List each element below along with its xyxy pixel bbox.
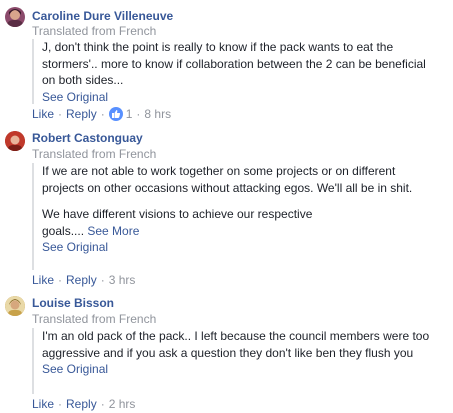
translated-label: Translated from French	[32, 24, 157, 38]
separator: ·	[58, 273, 63, 287]
comment-text: I'm an old pack of the pack.. I left bec…	[42, 329, 430, 360]
timestamp[interactable]: 3 hrs	[109, 273, 136, 287]
avatar[interactable]	[5, 7, 25, 27]
like-link[interactable]: Like	[32, 397, 54, 411]
avatar[interactable]	[5, 131, 25, 151]
separator: ·	[100, 397, 105, 411]
comment-actions: Like · Reply · 2 hrs	[32, 397, 135, 411]
comment-author[interactable]: Louise Bisson	[32, 296, 114, 310]
separator: ·	[100, 273, 105, 287]
translation-box: If we are not able to work together on s…	[32, 163, 443, 270]
comment-text-part: We have different visions to achieve our…	[42, 207, 313, 238]
translated-label: Translated from French	[32, 312, 157, 326]
like-link[interactable]: Like	[32, 107, 54, 121]
avatar[interactable]	[5, 296, 25, 316]
comment-actions: Like · Reply · 3 hrs	[32, 273, 135, 287]
separator: ·	[58, 107, 63, 121]
comment-author[interactable]: Robert Castonguay	[32, 131, 143, 145]
translation-box: I'm an old pack of the pack.. I left bec…	[32, 328, 443, 394]
separator: ·	[136, 107, 141, 121]
separator: ·	[100, 107, 105, 121]
like-link[interactable]: Like	[32, 273, 54, 287]
comment-text-continued: We have different visions to achieve our…	[42, 206, 342, 239]
see-original-link[interactable]: See Original	[42, 239, 443, 255]
see-original-link[interactable]: See Original	[42, 361, 443, 377]
comment-text: If we are not able to work together on s…	[42, 164, 413, 195]
comment-author[interactable]: Caroline Dure Villeneuve	[32, 9, 173, 23]
reply-link[interactable]: Reply	[66, 107, 97, 121]
see-more-link[interactable]: See More	[87, 224, 139, 238]
reaction-count[interactable]: 1	[126, 107, 133, 121]
thumbs-up-icon[interactable]	[108, 107, 123, 121]
comment-actions: Like · Reply · 1 · 8 hrs	[32, 107, 171, 121]
timestamp[interactable]: 2 hrs	[109, 397, 136, 411]
translated-label: Translated from French	[32, 147, 157, 161]
reply-link[interactable]: Reply	[66, 273, 97, 287]
comment-text: J, don't think the point is really to kn…	[42, 40, 426, 87]
translation-box: J, don't think the point is really to kn…	[32, 39, 443, 104]
timestamp[interactable]: 8 hrs	[144, 107, 171, 121]
see-original-link[interactable]: See Original	[42, 89, 443, 105]
separator: ·	[58, 397, 63, 411]
reply-link[interactable]: Reply	[66, 397, 97, 411]
